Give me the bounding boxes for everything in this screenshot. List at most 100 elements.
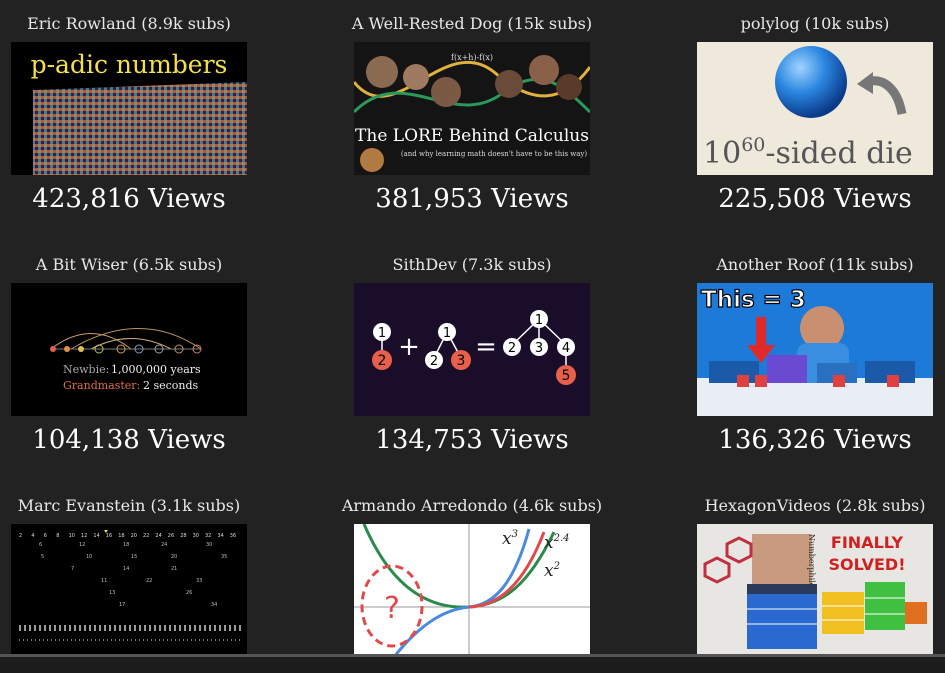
svg-text:?: ?	[384, 591, 400, 626]
video-thumbnail[interactable]: f(x+h)-f(x) The LORE Behind Calculus (an…	[354, 42, 590, 175]
thumb-title: 1060-sided die	[703, 134, 913, 171]
svg-text:2 seconds: 2 seconds	[143, 379, 199, 392]
video-thumbnail[interactable]: 1060-sided die	[697, 42, 933, 175]
svg-text:26: 26	[186, 590, 192, 596]
numbers-art: 2 4 6 8 10 12 14 16 18 20 22 24 26 28 30 32 34 36 6 12 18 24…	[19, 530, 241, 641]
svg-text:14: 14	[123, 566, 129, 572]
svg-text:1: 1	[535, 313, 543, 328]
svg-text:30: 30	[206, 542, 212, 548]
channel-name[interactable]: Another Roof (11k subs)	[657, 255, 945, 274]
svg-text:+: +	[398, 332, 420, 362]
svg-text:Grandmaster:: Grandmaster:	[63, 379, 140, 392]
channel-name[interactable]: Marc Evanstein (3.1k subs)	[0, 496, 287, 515]
lore-art: f(x+h)-f(x) The LORE Behind Calculus (an…	[354, 53, 590, 172]
row-number: 12	[81, 533, 87, 539]
view-count: 423,816 Views	[32, 184, 226, 214]
row-number: 10	[69, 533, 75, 539]
svg-text:7: 7	[71, 566, 74, 572]
svg-text:FINALLY: FINALLY	[831, 533, 904, 552]
view-count: 381,953 Views	[375, 184, 569, 214]
view-count: 225,508 Views	[718, 184, 912, 214]
video-thumbnail[interactable]: p-adic numbers	[11, 42, 247, 175]
channel-name[interactable]: polylog (10k subs)	[657, 14, 945, 33]
video-thumbnail[interactable]: Newbie: 1,000,000 years Grandmaster: 2 s…	[11, 283, 247, 416]
roof-art: This = 3	[697, 286, 933, 416]
channel-name[interactable]: Armando Arredondo (4.6k subs)	[314, 496, 630, 515]
svg-text:6: 6	[39, 542, 42, 548]
svg-text:Numberphile: Numberphile	[807, 534, 816, 588]
svg-text:(and why learning math doesn't: (and why learning math doesn't have to b…	[401, 150, 588, 158]
row-number: 6	[44, 533, 47, 539]
arc-art: Newbie: 1,000,000 years Grandmaster: 2 s…	[50, 328, 202, 392]
svg-text:1: 1	[443, 326, 451, 341]
die-art: 1060-sided die	[703, 46, 913, 171]
svg-text:11: 11	[101, 578, 107, 584]
row-number: 34	[217, 533, 223, 539]
video-thumbnail[interactable]: ? x3 x2.4 x2	[354, 524, 590, 657]
video-thumbnail[interactable]: FINALLY SOLVED! Numberphile	[697, 524, 933, 657]
video-thumbnail[interactable]: This = 3	[697, 283, 933, 416]
row-number: 24	[155, 533, 161, 539]
view-count: 104,138 Views	[32, 425, 226, 455]
svg-text:12: 12	[79, 542, 85, 548]
row-number: 26	[168, 533, 174, 539]
row-number: 36	[230, 533, 236, 539]
row-number: 14	[93, 533, 99, 539]
svg-text:17: 17	[119, 602, 125, 608]
row-number: 22	[143, 533, 149, 539]
row-number: 16	[106, 533, 112, 539]
svg-text:21: 21	[171, 566, 177, 572]
thumb-title: This = 3	[701, 287, 806, 313]
svg-text:3: 3	[457, 353, 466, 369]
view-count: 134,753 Views	[375, 425, 569, 455]
svg-text:1: 1	[378, 326, 386, 341]
svg-text:2: 2	[508, 341, 516, 356]
thumb-title: The LORE Behind Calculus	[355, 126, 589, 146]
hexagon-art: FINALLY SOLVED! Numberphile	[703, 533, 927, 649]
curves-art: ? x3 x2.4 x2	[354, 524, 590, 657]
svg-text:13: 13	[109, 590, 115, 596]
video-thumbnail[interactable]: 2 4 6 8 10 12 14 16 18 20 22 24 26 28 30 32 34 36 6 12 18 24…	[11, 524, 247, 657]
row-number: 30	[193, 533, 199, 539]
svg-text:35: 35	[221, 554, 227, 560]
svg-text:18: 18	[123, 542, 129, 548]
tree-art: 1 2 + 1 2 3 = 1 2 3 4 5	[372, 310, 576, 385]
row-number: 20	[131, 533, 137, 539]
row-number: 32	[205, 533, 211, 539]
svg-text:24: 24	[161, 542, 167, 548]
channel-name[interactable]: A Bit Wiser (6.5k subs)	[0, 255, 287, 274]
row-number: 18	[118, 533, 124, 539]
svg-text:Newbie:: Newbie:	[63, 363, 109, 376]
svg-text:15: 15	[131, 554, 137, 560]
channel-name[interactable]: SithDev (7.3k subs)	[314, 255, 630, 274]
svg-text:x3: x3	[502, 529, 518, 549]
row-number: 8	[56, 533, 59, 539]
channel-name[interactable]: Eric Rowland (8.9k subs)	[0, 14, 287, 33]
svg-text:4: 4	[562, 341, 570, 356]
view-count: 136,326 Views	[718, 425, 912, 455]
row-number: 28	[180, 533, 186, 539]
svg-text:SOLVED!: SOLVED!	[828, 555, 905, 574]
svg-text:=: =	[475, 332, 497, 362]
channel-name[interactable]: A Well-Rested Dog (15k subs)	[314, 14, 630, 33]
svg-text:10: 10	[86, 554, 92, 560]
video-thumbnail[interactable]: 1 2 + 1 2 3 = 1 2 3 4 5	[354, 283, 590, 416]
svg-text:f(x+h)-f(x): f(x+h)-f(x)	[451, 53, 493, 62]
svg-text:34: 34	[211, 602, 217, 608]
svg-text:1,000,000 years: 1,000,000 years	[111, 363, 201, 376]
svg-text:3: 3	[535, 341, 543, 356]
svg-text:33: 33	[196, 578, 202, 584]
channel-name[interactable]: HexagonVideos (2.8k subs)	[657, 496, 945, 515]
thumb-title: p-adic numbers	[31, 50, 228, 79]
svg-text:5: 5	[41, 554, 44, 560]
svg-text:20: 20	[171, 554, 177, 560]
svg-text:2: 2	[430, 354, 438, 369]
svg-text:22: 22	[146, 578, 152, 584]
row-number: 4	[31, 533, 34, 539]
svg-text:x2: x2	[544, 561, 560, 581]
svg-text:2: 2	[378, 353, 387, 369]
svg-text:x2.4: x2.4	[544, 533, 570, 553]
padic-art: p-adic numbers	[31, 50, 247, 175]
bottom-overlay	[0, 657, 945, 673]
svg-text:5: 5	[562, 368, 571, 384]
